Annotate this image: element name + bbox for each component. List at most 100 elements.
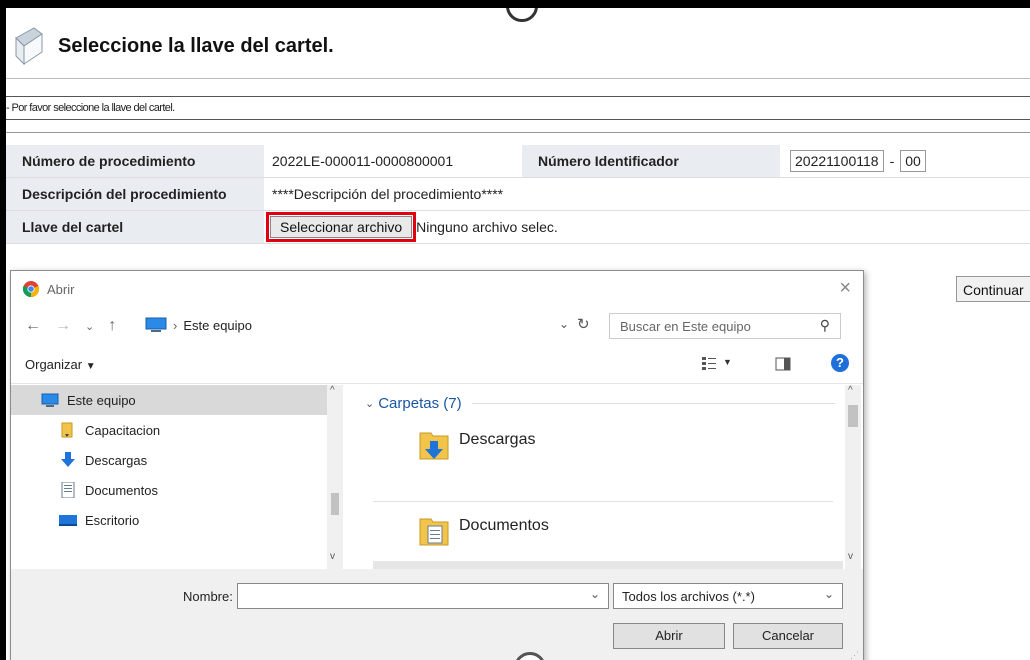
search-icon: ⚲ [819, 317, 830, 333]
description-value: ****Descripción del procedimiento**** [272, 186, 504, 202]
divider [6, 132, 1030, 133]
file-type-select[interactable]: Todos los archivos (*.*) ⌄ [613, 583, 843, 609]
open-button[interactable]: Abrir [613, 623, 725, 649]
download-icon [61, 452, 75, 467]
computer-icon [145, 317, 167, 332]
nav-item-este-equipo[interactable]: Este equipo [11, 385, 333, 415]
help-icon[interactable]: ? [831, 354, 849, 372]
scroll-down-icon[interactable]: v [848, 551, 853, 562]
folder-item-documentos[interactable]: Documentos [419, 513, 549, 547]
identifier-suffix-field: 00 [900, 150, 926, 172]
organize-label: Organizar [25, 356, 83, 372]
file-type-value: Todos los archivos (*.*) [622, 588, 755, 604]
folders-group-label: Carpetas (7) [378, 395, 462, 412]
scroll-up-icon[interactable]: ^ [330, 385, 335, 396]
close-icon[interactable]: × [839, 277, 851, 300]
desktop-icon [59, 515, 77, 526]
folder-icon [61, 422, 73, 438]
file-list-pane: ⌄ Carpetas (7) Descargas Documentos [349, 385, 845, 569]
dialog-title: Abrir [47, 281, 75, 297]
dialog-toolbar: Organizar ▼ ▼ ? [11, 345, 863, 384]
navigation-scrollbar[interactable]: ^ v [327, 385, 343, 569]
breadcrumb-chevron-icon: › [173, 317, 178, 333]
file-picker: Seleccionar archivo Ninguno archivo sele… [264, 211, 558, 243]
dialog-panes: Este equipo Capacitacion Descargas Docum… [11, 385, 863, 569]
view-dropdown-icon[interactable]: ▼ [723, 357, 732, 367]
navigation-pane: Este equipo Capacitacion Descargas Docum… [11, 385, 343, 569]
instruction-text: - Por favor seleccione la llave del cart… [6, 96, 1030, 120]
chrome-icon [23, 281, 39, 297]
view-options-icon[interactable] [701, 356, 717, 372]
folder-documents-icon [419, 518, 449, 546]
nav-item-label: Este equipo [67, 392, 136, 408]
chevron-down-icon: ⌄ [823, 587, 834, 601]
search-placeholder: Buscar en Este equipo [620, 318, 751, 334]
folders-group-header[interactable]: ⌄ Carpetas (7) [365, 395, 835, 412]
procedure-number-label: Número de procedimiento [6, 145, 264, 177]
path-dropdown-icon[interactable]: ⌄ [559, 317, 569, 331]
file-list-scrollbar[interactable]: ^ v [845, 385, 861, 569]
nav-item-label: Capacitacion [85, 422, 161, 438]
organize-menu[interactable]: Organizar ▼ [25, 357, 96, 372]
form-row-description: Descripción del procedimiento ****Descri… [6, 178, 1030, 211]
documents-icon [61, 482, 75, 498]
divider [6, 78, 1030, 79]
nav-item-escritorio[interactable]: Escritorio [11, 505, 343, 535]
scroll-down-icon[interactable]: v [330, 551, 335, 562]
identifier-field: 20221100118 [790, 150, 884, 172]
resize-grip-icon[interactable]: ⋰ [850, 650, 859, 660]
document-icon [15, 27, 43, 66]
select-file-button[interactable]: Seleccionar archivo [266, 212, 417, 242]
up-arrow-icon[interactable]: ↑ [108, 317, 116, 335]
identifier-group: 20221100118 - 00 [780, 145, 926, 177]
nav-item-capacitacion[interactable]: Capacitacion [11, 415, 343, 445]
page-header: Seleccione la llave del cartel. [6, 18, 1030, 74]
dialog-titlebar: Abrir × [11, 271, 863, 307]
nav-item-label: Escritorio [85, 512, 140, 528]
preview-pane-icon[interactable] [775, 357, 791, 371]
chevron-down-icon[interactable]: ⌄ [590, 587, 600, 601]
group-divider [471, 403, 835, 404]
scrollbar-thumb[interactable] [331, 493, 339, 515]
procedure-form: Número de procedimiento 2022LE-000011-00… [6, 145, 1030, 244]
path-text: Este equipo [183, 317, 253, 333]
address-bar: ← → ⌄ ↑ › Este equipo ⌄ ↻ Buscar en Este… [11, 307, 863, 345]
recent-dropdown-icon[interactable]: ⌄ [85, 320, 94, 333]
form-row-key: Llave del cartel Seleccionar archivo Nin… [6, 211, 1030, 244]
nav-item-label: Descargas [85, 452, 148, 468]
caret-down-icon: ▼ [85, 360, 96, 372]
identifier-label: Número Identificador [522, 145, 780, 177]
path-breadcrumb[interactable]: › Este equipo [145, 317, 252, 333]
scroll-up-icon[interactable]: ^ [848, 385, 853, 396]
continue-button[interactable]: Continuar [956, 276, 1030, 302]
folder-download-icon [419, 432, 449, 460]
computer-icon [41, 393, 59, 407]
search-input[interactable]: Buscar en Este equipo ⚲ [609, 313, 841, 339]
highlight-box [266, 212, 417, 242]
page-title: Seleccione la llave del cartel. [58, 34, 334, 57]
open-file-dialog: Abrir × ← → ⌄ ↑ › Este equipo ⌄ ↻ Buscar… [10, 270, 864, 660]
nav-item-descargas[interactable]: Descargas [11, 445, 343, 475]
scrollbar-thumb[interactable] [848, 405, 858, 427]
nav-item-documentos[interactable]: Documentos [11, 475, 343, 505]
refresh-icon[interactable]: ↻ [577, 315, 590, 333]
cancel-button[interactable]: Cancelar [733, 623, 843, 649]
key-label: Llave del cartel [6, 211, 264, 243]
back-arrow-icon[interactable]: ← [25, 317, 41, 335]
identifier-dash: - [889, 153, 895, 169]
folder-name: Descargas [459, 431, 536, 448]
procedure-number-value: 2022LE-000011-0000800001 [272, 153, 454, 169]
item-divider [373, 501, 833, 502]
folder-name: Documentos [459, 517, 549, 534]
nav-item-label: Documentos [85, 482, 158, 498]
folder-item-descargas[interactable]: Descargas [419, 427, 535, 461]
forward-arrow-icon[interactable]: → [55, 317, 71, 335]
horizontal-scrollbar[interactable] [373, 561, 843, 569]
filename-label: Nombre: [183, 589, 233, 604]
file-status: Ninguno archivo selec. [416, 219, 558, 235]
filename-input[interactable]: ⌄ [237, 583, 609, 609]
web-page: Seleccione la llave del cartel. - Por fa… [6, 8, 1030, 660]
form-row-procedure: Número de procedimiento 2022LE-000011-00… [6, 145, 1030, 178]
description-label: Descripción del procedimiento [6, 178, 264, 210]
chevron-down-icon: ⌄ [365, 398, 375, 410]
